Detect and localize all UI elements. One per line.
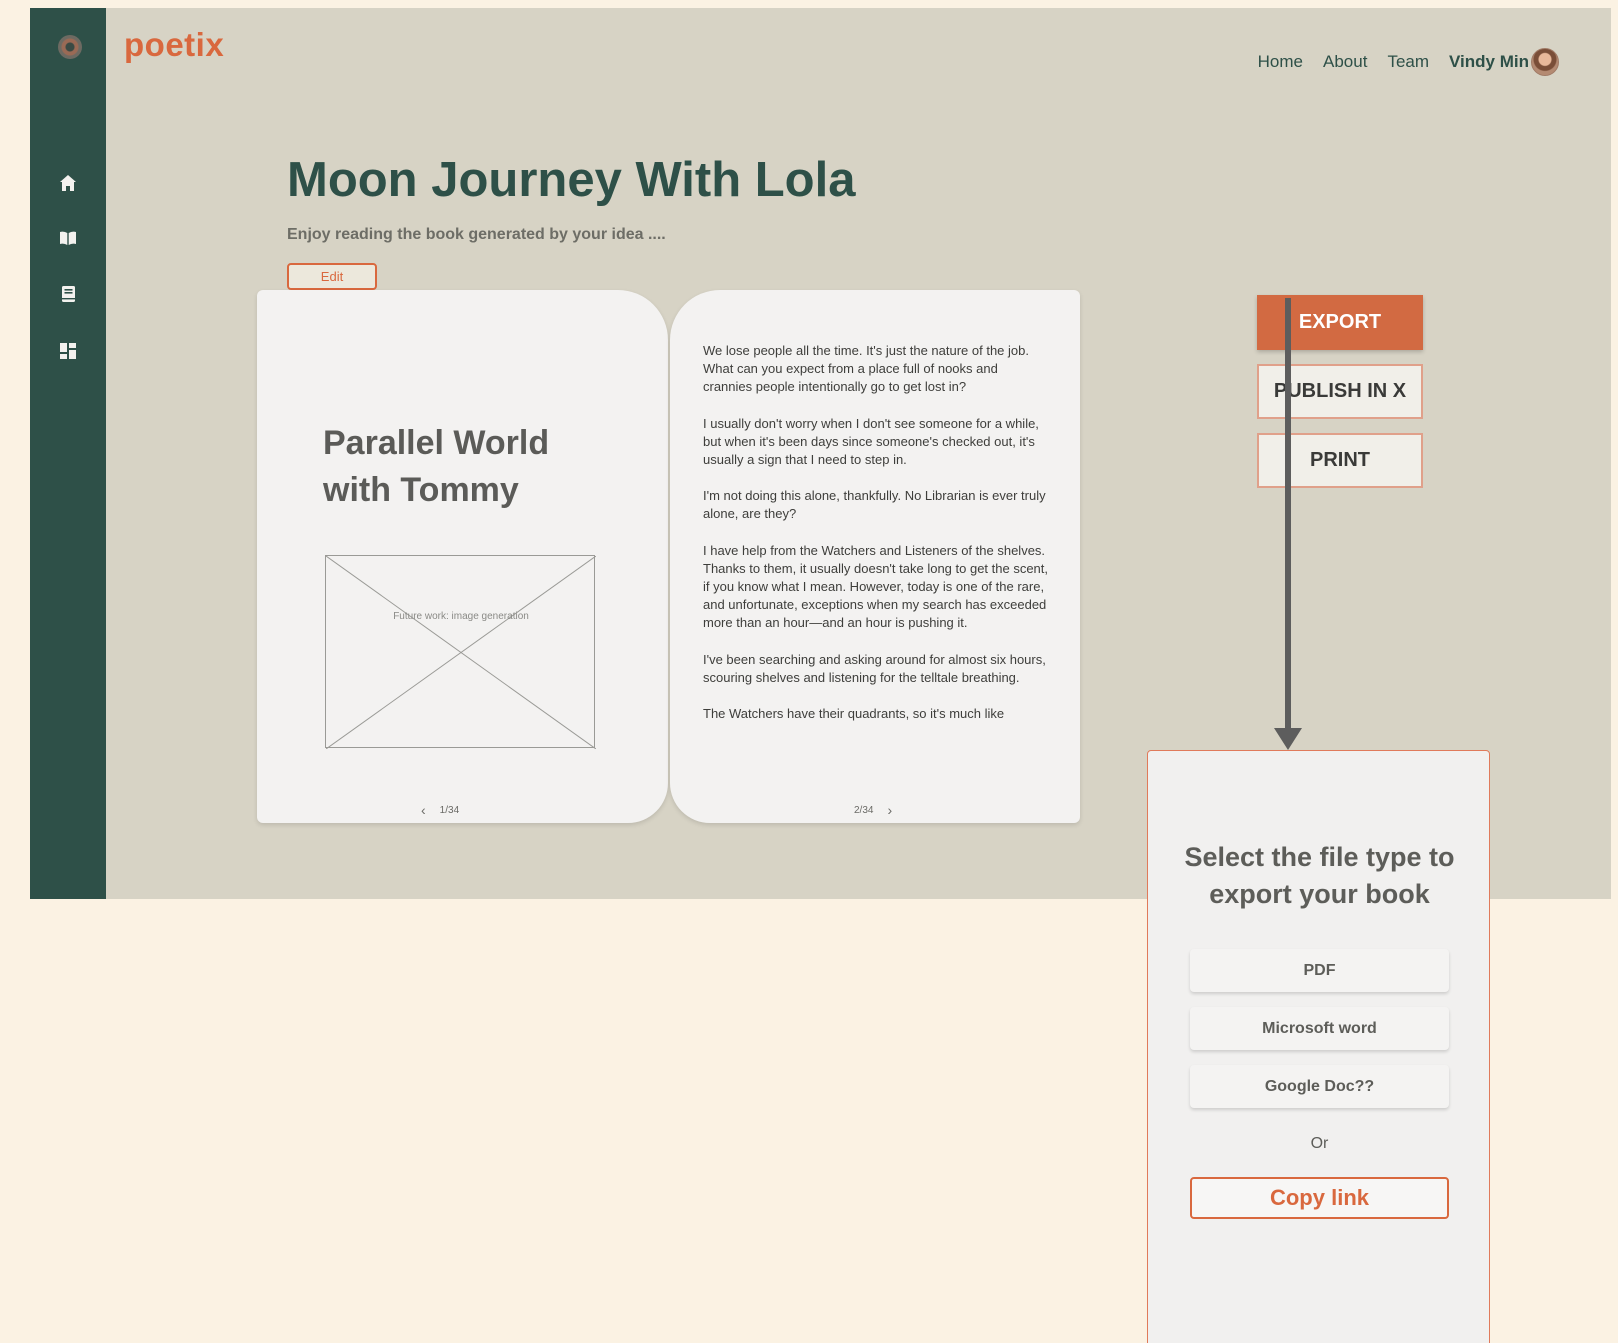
chevron-left-icon[interactable]: ‹ xyxy=(421,802,426,818)
story-paragraph: I'm not doing this alone, thankfully. No… xyxy=(703,488,1046,522)
story-paragraph: The Watchers have their quadrants, so it… xyxy=(703,706,1005,722)
page-subtitle: Enjoy reading the book generated by your… xyxy=(287,226,666,243)
export-button[interactable]: EXPORT xyxy=(1257,295,1423,350)
image-placeholder: Future work: image generation xyxy=(325,555,596,749)
export-panel: Select the file type to export your book… xyxy=(1147,750,1490,1343)
story-text: We lose people all the time. It's just t… xyxy=(703,342,1048,741)
book-open-icon[interactable] xyxy=(57,227,79,249)
print-button[interactable]: PRINT xyxy=(1257,433,1423,488)
user-menu[interactable]: Vindy Min xyxy=(1449,48,1559,76)
dashboard-icon[interactable] xyxy=(57,340,79,362)
app-logo-icon[interactable] xyxy=(58,35,82,59)
left-page-number: 1/34 xyxy=(439,804,460,816)
notebook-icon[interactable] xyxy=(57,283,79,305)
brand-logo[interactable]: poetix xyxy=(124,26,224,64)
nav-team-link[interactable]: Team xyxy=(1387,52,1429,72)
chevron-right-icon[interactable]: › xyxy=(887,802,892,818)
export-google-doc-button[interactable]: Google Doc?? xyxy=(1190,1065,1449,1108)
right-page-number: 2/34 xyxy=(854,804,874,816)
book-left-page: Parallel World with Tommy Future work: i… xyxy=(257,290,668,823)
copy-link-button[interactable]: Copy link xyxy=(1190,1177,1449,1219)
book-right-page: We lose people all the time. It's just t… xyxy=(670,290,1080,823)
export-word-button[interactable]: Microsoft word xyxy=(1190,1007,1449,1050)
image-placeholder-label: Future work: image generation xyxy=(393,611,529,622)
nav-home-link[interactable]: Home xyxy=(1258,52,1303,72)
placeholder-cross-icon xyxy=(326,556,596,749)
story-paragraph: We lose people all the time. It's just t… xyxy=(703,343,1029,395)
edit-button[interactable]: Edit xyxy=(287,263,377,290)
or-divider-text: Or xyxy=(1310,1135,1329,1152)
export-panel-title: Select the file type to export your book xyxy=(1184,842,1455,909)
top-nav: Home About Team Vindy Min xyxy=(1258,48,1559,76)
left-pager: ‹ 1/34 xyxy=(421,802,459,818)
sidebar xyxy=(30,8,106,899)
avatar[interactable] xyxy=(1531,48,1559,76)
right-pager: 2/34 › xyxy=(854,802,892,818)
user-name: Vindy Min xyxy=(1449,52,1529,71)
home-icon[interactable] xyxy=(57,172,79,194)
nav-about-link[interactable]: About xyxy=(1323,52,1367,72)
chapter-title: Parallel World with Tommy xyxy=(323,424,550,509)
story-paragraph: I've been searching and asking around fo… xyxy=(703,651,1046,685)
story-paragraph: I usually don't worry when I don't see s… xyxy=(703,415,1039,468)
publish-button[interactable]: PUBLISH IN X xyxy=(1257,364,1423,419)
page-title: Moon Journey With Lola xyxy=(287,153,856,207)
export-pdf-button[interactable]: PDF xyxy=(1190,949,1449,992)
story-paragraph: I have help from the Watchers and Listen… xyxy=(703,542,1049,631)
